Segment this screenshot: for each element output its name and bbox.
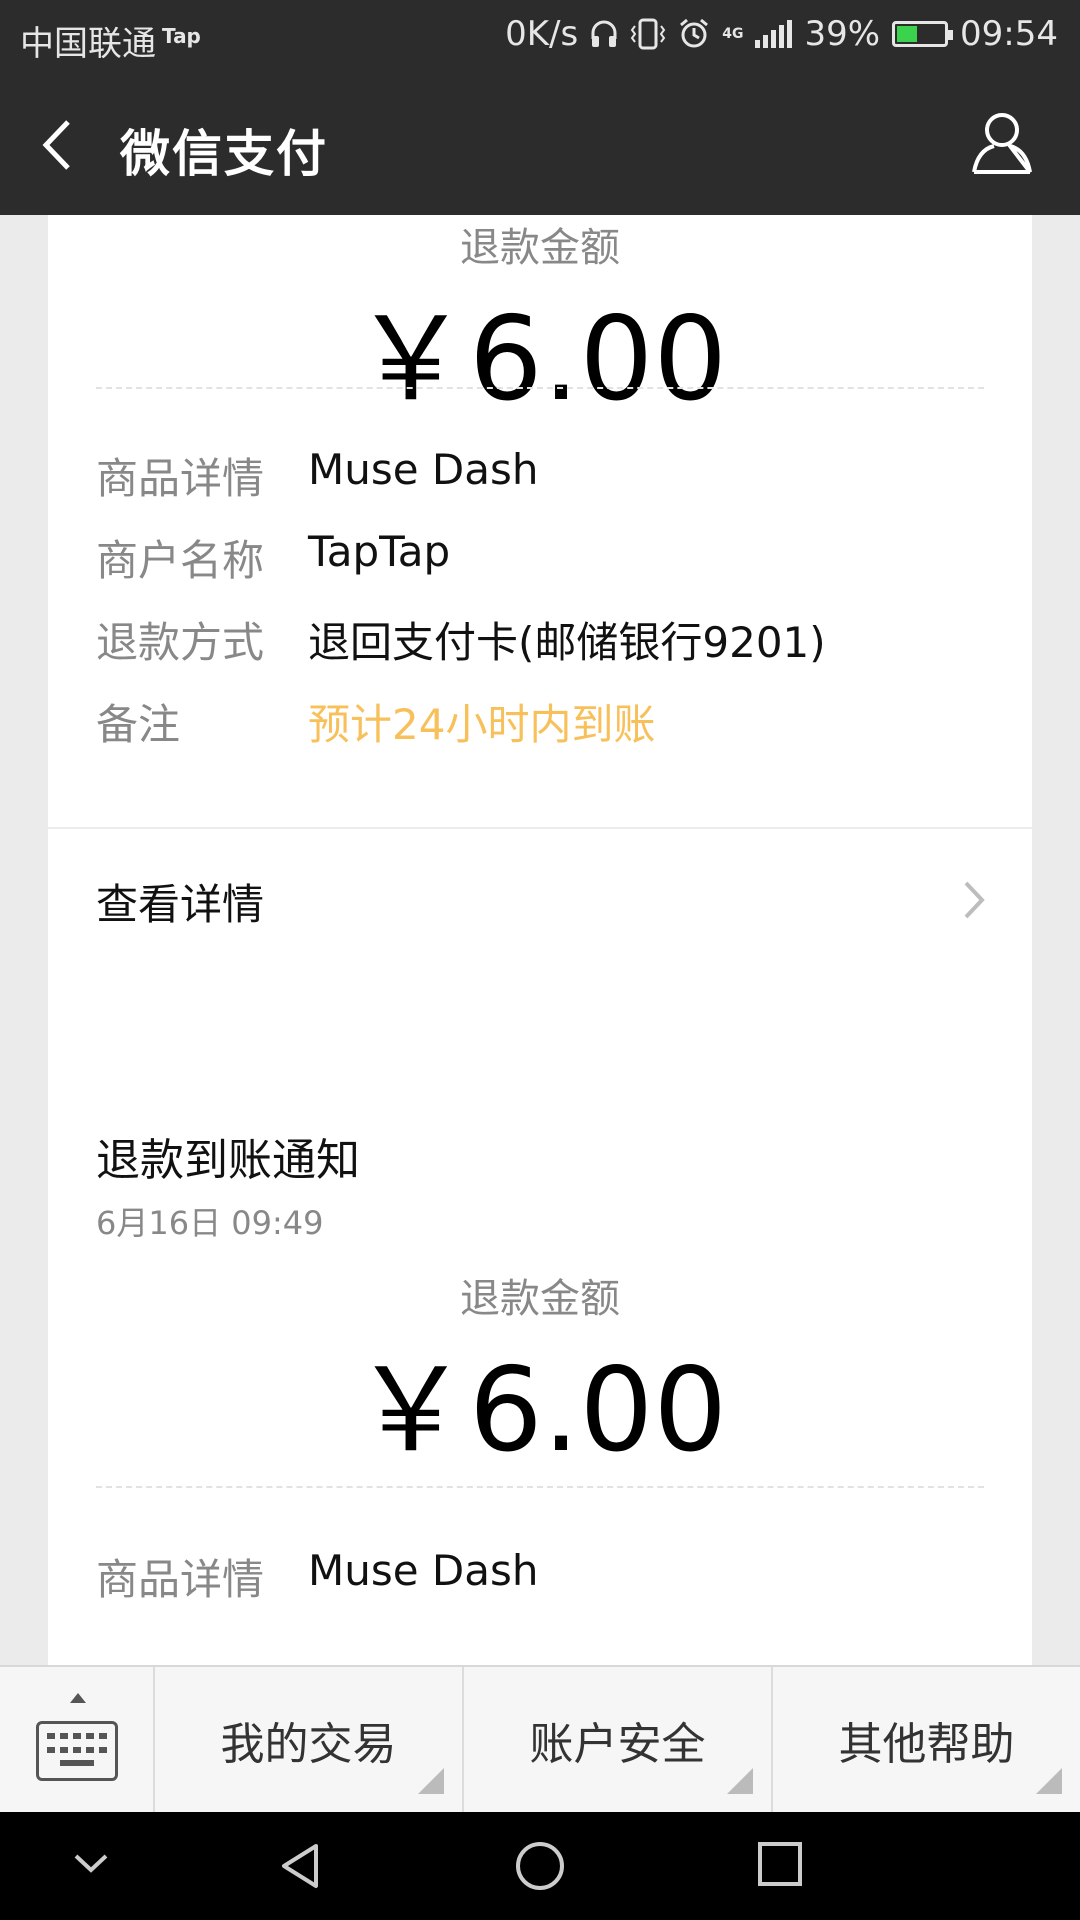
battery-icon [892,21,954,47]
row-key: 退款方式 [96,618,265,667]
detail-row: 商户名称 TapTap [96,527,450,588]
arrow-up-icon [70,1693,86,1703]
carrier-badge: Tap [162,23,201,48]
page-title: 微信支付 [120,125,328,183]
detail-row: 退款方式 退回支付卡(邮储银行9201) [96,609,826,670]
user-icon[interactable] [970,110,1034,178]
battery-percent: 39% [804,14,881,54]
row-value: 退回支付卡(邮储银行9201) [308,618,826,667]
network-type: 4G [722,26,744,42]
row-value: Muse Dash [308,1546,539,1595]
dashed-divider [96,1486,984,1488]
row-value: TapTap [308,527,451,576]
notice-time: 6月16日 09:49 [96,1204,324,1242]
detail-row: 备注 预计24小时内到账 [96,691,655,752]
title-bar: 微信支付 [0,74,1080,215]
message-list[interactable]: 退款金额 ￥6.00 商品详情 Muse Dash 商户名称 TapTap 退款… [0,215,1080,1665]
detail-row: 商品详情 Muse Dash [96,1546,539,1607]
row-key: 商户名称 [96,536,265,585]
back-button[interactable] [30,110,100,180]
submenu-indicator-icon [727,1768,753,1794]
nav-back-icon[interactable] [276,1840,326,1892]
keyboard-toggle-button[interactable] [0,1667,155,1812]
menu-label: 其他帮助 [838,1718,1015,1770]
nav-recents-icon[interactable] [756,1840,804,1888]
carrier-name: 中国联通 [20,24,156,64]
note-value: 预计24小时内到账 [308,700,656,749]
menu-my-transactions[interactable]: 我的交易 [155,1667,464,1812]
clock: 09:54 [960,14,1058,54]
vibrate-icon [630,18,666,50]
amount-value: ￥6.00 [352,292,728,427]
menu-label: 账户安全 [529,1718,706,1770]
status-bar: 中国联通 Tap 0K/s 4G 39% 09:54 [0,0,1080,74]
dashed-divider [96,387,984,389]
carrier-label: 中国联通 Tap [20,16,201,65]
row-key: 商品详情 [96,454,265,503]
view-details-label: 查看详情 [96,880,265,929]
detail-row: 商品详情 Muse Dash [96,445,539,506]
notice-title: 退款到账通知 [96,1135,360,1186]
headphones-icon [591,20,617,47]
refund-notice-card[interactable]: 退款到账通知 6月16日 09:49 退款金额 ￥6.00 商品详情 Muse … [48,1066,1032,1665]
row-value: Muse Dash [308,445,539,494]
row-key: 商品详情 [96,1555,265,1604]
bottom-menu: 我的交易 账户安全 其他帮助 [0,1665,1080,1812]
submenu-indicator-icon [418,1768,444,1794]
amount-value: ￥6.00 [352,1343,728,1478]
menu-other-help[interactable]: 其他帮助 [773,1667,1080,1812]
system-nav-bar [0,1812,1080,1920]
alarm-icon [680,18,709,48]
row-key: 备注 [96,700,181,749]
menu-account-security[interactable]: 账户安全 [464,1667,773,1812]
network-speed: 0K/s [505,14,579,54]
collapse-down-icon[interactable] [68,1840,114,1886]
signal-icon [755,20,793,48]
status-icons: 0K/s 4G 39% 09:54 [505,14,1058,54]
keyboard-icon [36,1721,118,1781]
submenu-indicator-icon [1036,1768,1062,1794]
chevron-right-icon [964,881,985,919]
nav-home-icon[interactable] [514,1840,566,1892]
menu-label: 我的交易 [220,1718,397,1770]
view-details-button[interactable]: 查看详情 [48,829,1032,973]
